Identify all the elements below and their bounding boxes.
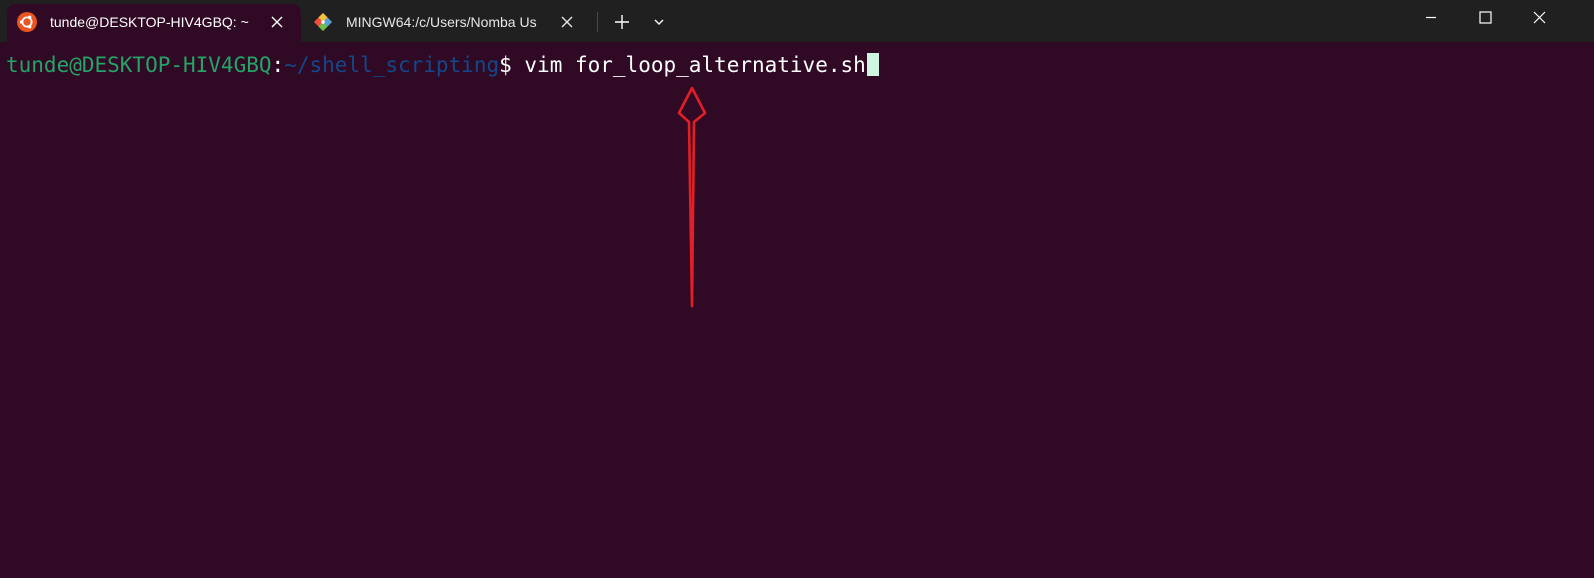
close-icon[interactable]	[269, 14, 285, 30]
tab-label: MINGW64:/c/Users/Nomba Us	[346, 14, 537, 30]
tab-bar: tunde@DESKTOP-HIV4GBQ: ~ MINGW64:/c/User…	[0, 0, 1594, 42]
chevron-down-icon[interactable]	[647, 10, 671, 34]
tab-label: tunde@DESKTOP-HIV4GBQ: ~	[50, 14, 249, 30]
terminal-window: tunde@DESKTOP-HIV4GBQ: ~ MINGW64:/c/User…	[0, 0, 1594, 578]
prompt-symbol: $	[499, 53, 512, 77]
close-icon[interactable]	[559, 14, 575, 30]
minimize-icon[interactable]	[1408, 0, 1454, 36]
plus-icon[interactable]	[610, 10, 634, 34]
prompt-path: ~/shell_scripting	[284, 53, 500, 77]
maximize-icon[interactable]	[1462, 0, 1508, 36]
window-close-icon[interactable]	[1516, 0, 1562, 36]
ubuntu-icon	[17, 12, 37, 32]
prompt-user-host: tunde@DESKTOP-HIV4GBQ	[6, 53, 272, 77]
tab-mingw64[interactable]: MINGW64:/c/Users/Nomba Us	[303, 4, 591, 42]
terminal-output[interactable]: tunde@DESKTOP-HIV4GBQ:~/shell_scripting$…	[0, 42, 1594, 578]
prompt-colon: :	[271, 53, 285, 77]
prompt-line: tunde@DESKTOP-HIV4GBQ:~/shell_scripting$…	[6, 52, 879, 78]
tab-divider	[597, 12, 598, 32]
command-text: vim for_loop_alternative.sh	[511, 53, 866, 77]
tab-ubuntu[interactable]: tunde@DESKTOP-HIV4GBQ: ~	[7, 4, 301, 42]
git-icon	[313, 12, 333, 32]
text-cursor	[866, 53, 879, 76]
